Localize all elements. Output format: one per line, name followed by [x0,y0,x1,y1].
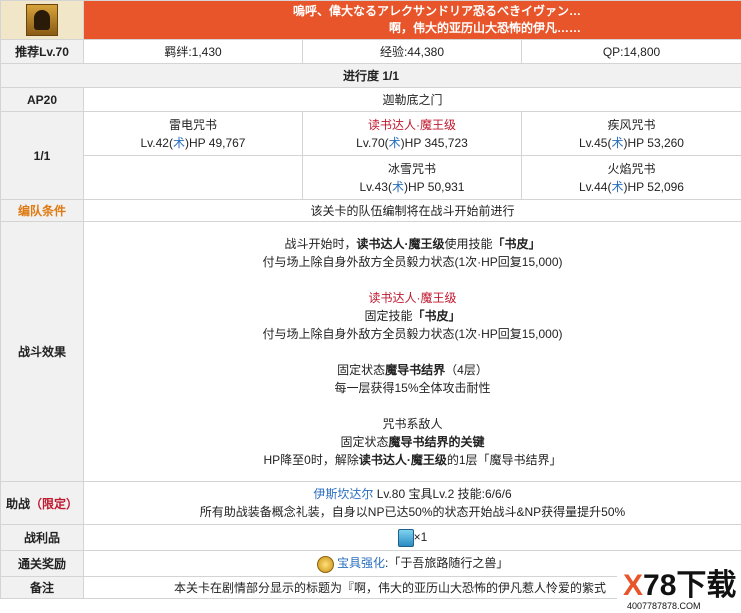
enemy-name: 疾风咒书 [607,117,656,132]
np-upgrade-link[interactable]: 宝具强化 [337,556,385,570]
support-label: 助战（限定） [0,481,84,525]
quest-table: 嗚呼、偉大なるアレクサンドリア恐るべきイヴァン… 啊，伟大的亚历山大恐怖的伊凡…… [0,0,741,599]
ap-cost: AP20 [0,87,84,112]
battle-effects-label: 战斗效果 [0,221,84,482]
formation-label: 编队条件 [0,199,84,222]
wave-label: 1/1 [0,111,84,200]
enemy-class-link[interactable]: 术 [611,180,623,194]
enemy-card: 雷电咒书 Lv.42(术)HP 49,767 [83,111,303,156]
reward-label: 通关奖励 [0,550,84,577]
quest-title-jp: 嗚呼、偉大なるアレクサンドリア恐るべきイヴァン… [292,4,581,18]
enemy-class-link[interactable]: 术 [392,180,404,194]
quest-title-cn: 啊，伟大的亚历山大恐怖的伊凡…… [388,21,581,35]
drop-label: 战利品 [0,524,84,551]
effect-line: 付与场上除自身外敌方全员毅力状态(1次·HP回复15,000) [262,326,563,341]
np-upgrade-icon [316,555,334,573]
enemy-card-boss: 读书达人·魔王级 Lv.70(术)HP 345,723 [302,111,522,156]
quest-title: 嗚呼、偉大なるアレクサンドリア恐るべきイヴァン… 啊，伟大的亚历山大恐怖的伊凡…… [83,0,741,40]
effect-line: 战斗开始时，读书达人·魔王级使用技能「书皮」 [284,236,541,251]
effect-line: HP降至0时，解除读书达人·魔王级的1层「魔导书结界」 [263,452,562,467]
enemy-stats: Lv.43(术)HP 50,931 [359,179,465,194]
formation-text: 该关卡的队伍编制将在战斗开始前进行 [83,199,741,222]
support-desc: 所有助战装备概念礼装，自身以NP已达50%的状态开始战斗&NP获得量提升50% [199,505,626,519]
effect-line: 咒书系敌人 [382,416,443,431]
enemy-name: 雷电咒书 [168,117,217,132]
empty-enemy-slot [83,155,303,200]
enemy-class-link[interactable]: 术 [389,136,401,150]
note-label: 备注 [0,576,84,599]
enemy-stats: Lv.45(术)HP 53,260 [579,135,684,150]
quest-icon-cell [0,0,84,40]
qp-value: QP:14,800 [521,39,741,64]
enemy-class-link[interactable]: 术 [611,136,623,150]
enemy-name-boss-link[interactable]: 读书达人·魔王级 [303,116,521,134]
drop-items: ×1 [83,524,741,551]
quest-page: 嗚呼、偉大なるアレクサンドリア恐るべきイヴァン… 啊，伟大的亚历山大恐怖的伊凡…… [0,0,741,613]
support-servant-link[interactable]: 伊斯坎达尔 [313,487,373,501]
quest-emblem-icon [26,4,58,36]
support-info: 伊斯坎达尔 Lv.80 宝具Lv.2 技能:6/6/6 所有助战装备概念礼装，自… [83,481,741,525]
watermark-logo: X78下载 4007787878.COM [617,569,741,613]
material-item-icon[interactable] [397,528,414,547]
enemy-card: 火焰咒书 Lv.44(术)HP 52,096 [521,155,741,200]
enemy-card: 疾风咒书 Lv.45(术)HP 53,260 [521,111,741,156]
enemy-name: 冰雪咒书 [387,161,436,176]
effect-line: 每一层获得15%全体攻击耐性 [334,380,491,395]
battle-effects: 战斗开始时，读书达人·魔王级使用技能「书皮」 付与场上除自身外敌方全员毅力状态(… [83,221,741,482]
enemy-name: 火焰咒书 [607,161,656,176]
bond-value: 羁绊:1,430 [83,39,303,64]
effect-line: 固定状态魔导书结界的关键 [340,434,485,449]
enemy-stats: Lv.42(术)HP 49,767 [140,135,246,150]
exp-value: 经验:44,380 [302,39,522,64]
effect-line: 固定状态魔导书结界（4层） [337,362,488,377]
enemy-class-link[interactable]: 术 [173,136,185,150]
enemy-card: 冰雪咒书 Lv.43(术)HP 50,931 [302,155,522,200]
effect-line: 固定技能「书皮」 [364,308,461,323]
recommend-level: 推荐Lv.70 [0,39,84,64]
quest-location: 迦勒底之门 [83,87,741,112]
progress-header: 进行度 1/1 [0,63,741,88]
enemy-stats: Lv.70(术)HP 345,723 [356,135,468,150]
effect-line: 付与场上除自身外敌方全员毅力状态(1次·HP回复15,000) [262,254,563,269]
enemy-stats: Lv.44(术)HP 52,096 [579,179,684,194]
boss-name-link[interactable]: 读书达人·魔王级 [84,289,741,307]
